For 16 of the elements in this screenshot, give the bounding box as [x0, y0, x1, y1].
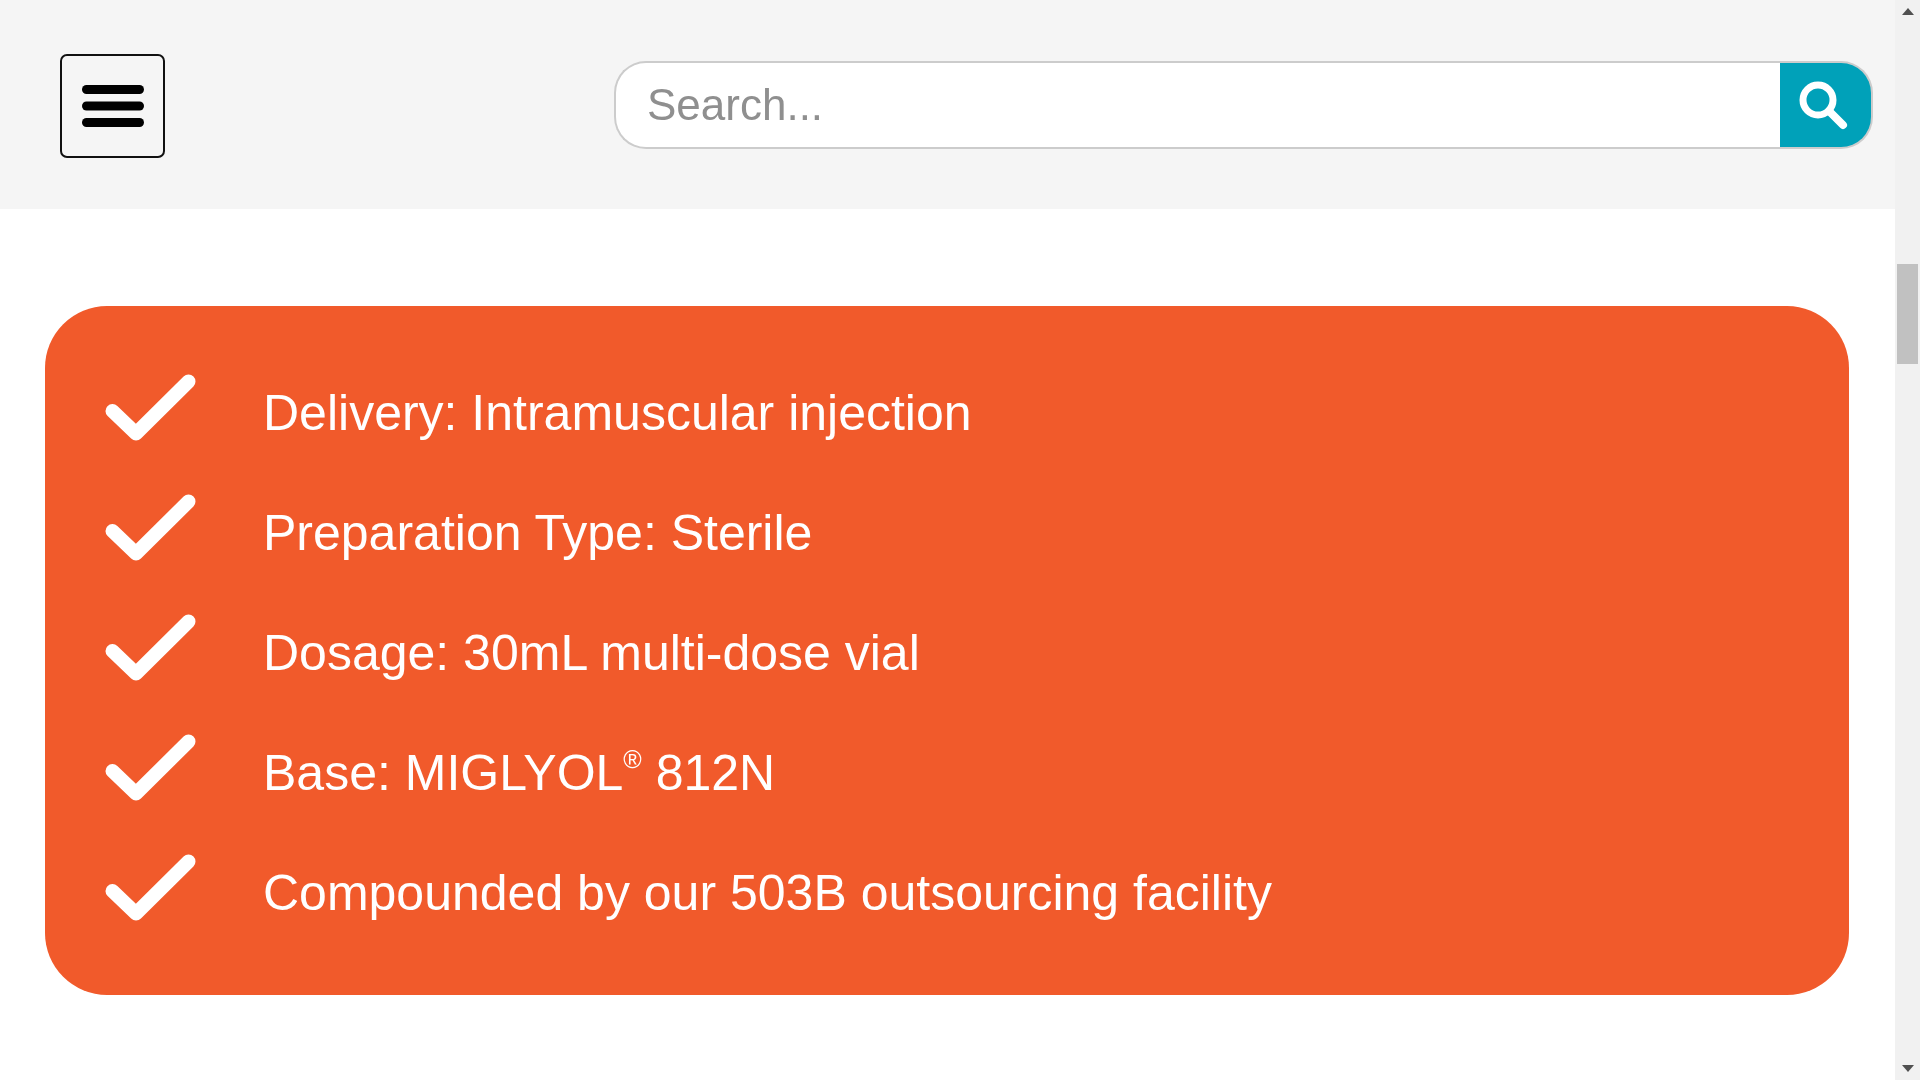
menu-button[interactable]: [60, 53, 165, 158]
feature-text: Delivery: Intramuscular injection: [263, 384, 972, 443]
scrollbar[interactable]: [1895, 0, 1920, 1080]
feature-text: Preparation Type: Sterile: [263, 504, 813, 563]
check-icon: [105, 373, 196, 441]
check-icon: [105, 853, 196, 921]
feature-text: Base: MIGLYOL$^{®}$ 812N: [263, 743, 776, 803]
up-arrow-icon[interactable]: [1902, 8, 1914, 15]
menu-icon: [81, 84, 144, 127]
feature-text: Dosage: 30mL multi-dose vial: [263, 624, 920, 683]
feature-text: Compounded by our 503B outsourcing facility: [263, 864, 1272, 923]
check-icon: [105, 613, 196, 681]
down-arrow-icon[interactable]: [1902, 1065, 1914, 1072]
check-icon: [105, 733, 196, 801]
check-icon: [105, 493, 196, 561]
scrollbar-thumb[interactable]: [1897, 264, 1918, 364]
